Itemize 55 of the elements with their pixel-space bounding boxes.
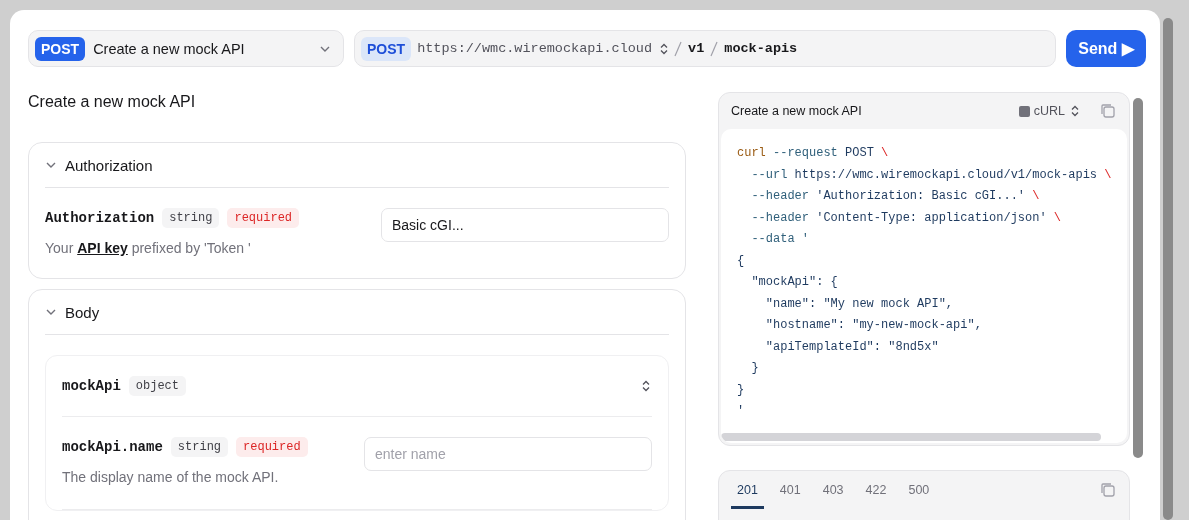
code-line: "apiTemplateId": "8nd5x" [764,338,939,356]
code-line: } [737,381,745,399]
method-badge: POST [35,36,86,61]
code-line: --header 'Content-Type: application/json' \ [750,209,1062,227]
status-tab[interactable]: 500 [902,471,936,509]
endpoint-select[interactable]: POST Create a new mock API [28,30,344,67]
code-line: ' [737,403,745,420]
status-tab[interactable]: 401 [773,471,807,509]
param-description: Your API key prefixed by 'Token ' [45,240,252,256]
copy-icon[interactable] [1099,102,1117,120]
section-header[interactable]: Authorization [45,143,669,188]
required-tag: required [236,437,308,457]
code-line: "mockApi": { [750,274,838,291]
code-line: --header 'Authorization: Basic cGI...' \ [750,188,1040,205]
param-input[interactable]: Basic cGI... [381,208,669,242]
param-name: Authorization [45,210,155,226]
code-line: } [750,360,759,377]
base-url: https://wmc.wiremockapi.cloud [417,41,653,56]
up-down-icon [1069,105,1079,117]
param-input[interactable]: enter name [364,437,652,471]
slash-icon [674,40,683,57]
section-header[interactable]: Body [45,290,669,335]
type-tag: object [128,376,187,396]
path-text: mock-apis [724,41,798,56]
endpoint-title: Create a new mock API [28,92,197,112]
code-line: "name": "My new mock API", [764,295,954,313]
up-down-icon[interactable] [658,42,669,55]
code-line: "hostname": "my-new-mock-api", [764,317,982,334]
param-name: mockApi.name [62,439,163,455]
code-line: --url https://wmc.wiremockapi.cloud/v1/mock-apis \ [750,166,1112,184]
endpoint-label: Create a new mock API [93,40,246,57]
horizontal-scrollbar[interactable] [721,433,1101,441]
object-name: mockApi [62,378,121,394]
copy-icon[interactable] [1099,481,1117,499]
method-badge: POST [361,36,412,61]
code-line: --data ' [750,231,809,248]
page-scrollbar[interactable] [1163,18,1173,520]
type-tag: string [170,437,229,457]
param-description: The display name of the mock API. [62,469,280,485]
slash-icon [710,40,719,57]
code-line: { [737,252,745,270]
expand-collapse-icon[interactable] [640,380,652,392]
vertical-scrollbar[interactable] [1133,98,1143,458]
required-tag: required [227,208,300,228]
language-select[interactable]: cURL [1018,104,1079,118]
send-button[interactable]: Send ▶ [1066,30,1146,67]
status-tab[interactable]: 422 [859,471,893,509]
code-line: curl --request POST \ [737,145,889,162]
type-tag: string [162,208,220,228]
path-text: v1 [688,41,705,56]
status-tab[interactable]: 201 [731,471,764,509]
code-panel-title: Create a new mock API [731,104,863,118]
api-key-link[interactable]: API key [77,240,128,256]
url-bar[interactable]: POST https://wmc.wiremockapi.cloud v1 mock-apis [354,30,1056,67]
status-tab[interactable]: 403 [816,471,850,509]
